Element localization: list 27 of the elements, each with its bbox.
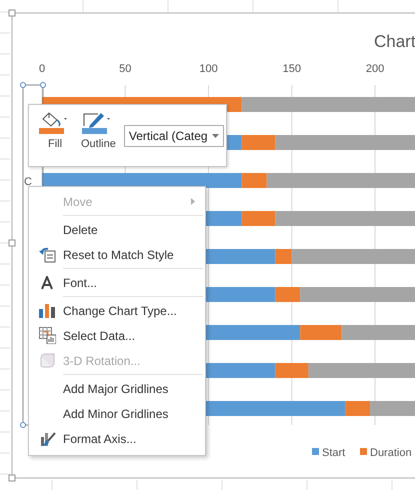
letter-a-icon xyxy=(41,276,53,290)
legend-label: Duration xyxy=(370,447,412,459)
chart-title: Chart xyxy=(374,32,415,51)
menu-item[interactable]: Add Minor Gridlines xyxy=(63,406,168,420)
legend-label: Start xyxy=(322,447,346,459)
category-label: C xyxy=(24,176,32,188)
axis-tick-label: 150 xyxy=(282,63,301,75)
caret-icon xyxy=(212,134,219,138)
menu-item[interactable]: Format Axis... xyxy=(63,432,136,446)
menu-item[interactable]: Font... xyxy=(63,276,98,290)
reset-style-icon xyxy=(38,246,56,262)
data-table-icon xyxy=(38,327,56,344)
menu-item[interactable]: Delete xyxy=(63,222,98,236)
format-brush-icon xyxy=(38,430,56,446)
bar-chart-icon xyxy=(39,303,55,318)
axis-tick-label: 200 xyxy=(366,63,384,75)
chart-element-dropdown[interactable]: Vertical (Categ xyxy=(124,125,224,147)
axis-tick-label: 50 xyxy=(119,63,132,75)
menu-item[interactable]: Change Chart Type... xyxy=(63,304,177,318)
menu-item[interactable]: Reset to Match Style xyxy=(63,248,174,262)
fill-button[interactable]: Fill xyxy=(37,110,73,150)
axis-tick-label: 100 xyxy=(199,63,218,75)
menu-item[interactable]: Select Data... xyxy=(63,328,136,342)
menu-item[interactable]: Add Major Gridlines xyxy=(63,382,168,396)
axis-tick-label: 0 xyxy=(38,63,46,75)
cube-icon xyxy=(40,353,54,368)
outline-button[interactable]: Outline xyxy=(79,110,118,150)
